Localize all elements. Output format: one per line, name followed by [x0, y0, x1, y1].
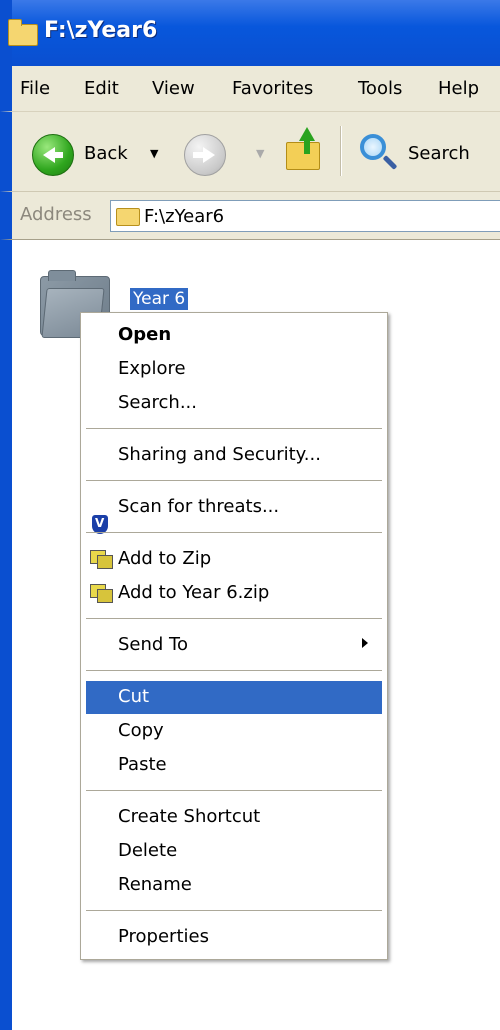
menu-favorites[interactable]: Favorites — [232, 78, 313, 99]
window-title: F:\zYear6 — [44, 18, 158, 43]
menu-item-open[interactable]: Open — [118, 324, 171, 345]
forward-arrow-icon[interactable] — [184, 134, 226, 176]
submenu-arrow-icon — [362, 638, 368, 648]
menu-edit[interactable]: Edit — [84, 78, 119, 99]
menu-item-search[interactable]: Search... — [118, 392, 197, 413]
back-button[interactable]: Back — [84, 143, 128, 164]
menu-view[interactable]: View — [152, 78, 195, 99]
menu-file[interactable]: File — [20, 78, 50, 99]
back-arrow-icon[interactable] — [32, 134, 74, 176]
forward-dropdown-icon[interactable]: ▼ — [256, 147, 264, 160]
menu-item-send-to[interactable]: Send To — [118, 634, 188, 655]
menu-item-sharing[interactable]: Sharing and Security... — [118, 444, 321, 465]
menu-separator — [86, 618, 382, 619]
menu-separator — [86, 790, 382, 791]
toolbar-separator — [340, 126, 342, 176]
folder-name[interactable]: Year 6 — [130, 288, 189, 310]
menu-item-rename[interactable]: Rename — [118, 874, 192, 895]
menu-separator — [86, 910, 382, 911]
address-label: Address — [20, 204, 92, 225]
menu-tools[interactable]: Tools — [358, 78, 402, 99]
menu-item-explore[interactable]: Explore — [118, 358, 186, 379]
folder-icon — [116, 208, 140, 226]
menu-item-paste[interactable]: Paste — [118, 754, 167, 775]
menu-item-properties[interactable]: Properties — [118, 926, 209, 947]
folder-icon — [8, 19, 38, 46]
address-value[interactable]: F:\zYear6 — [144, 206, 224, 227]
menu-item-copy[interactable]: Copy — [118, 720, 164, 741]
menu-item-add-named-zip[interactable]: Add to Year 6.zip — [118, 582, 269, 603]
menu-item-cut[interactable]: Cut — [118, 686, 149, 707]
zip-icon — [90, 550, 114, 569]
menu-help[interactable]: Help — [438, 78, 479, 99]
menu-item-scan[interactable]: Scan for threats... — [118, 496, 279, 517]
search-button[interactable]: Search — [408, 143, 470, 164]
menu-separator — [86, 480, 382, 481]
menu-separator — [86, 670, 382, 671]
menu-separator — [86, 428, 382, 429]
zip-icon — [90, 584, 114, 603]
menu-item-delete[interactable]: Delete — [118, 840, 177, 861]
search-icon[interactable] — [360, 134, 386, 160]
menu-item-add-zip[interactable]: Add to Zip — [118, 548, 211, 569]
folder-up-icon[interactable] — [286, 127, 320, 170]
menu-item-create-shortcut[interactable]: Create Shortcut — [118, 806, 260, 827]
back-dropdown-icon[interactable]: ▼ — [150, 147, 158, 160]
menu-separator — [86, 532, 382, 533]
